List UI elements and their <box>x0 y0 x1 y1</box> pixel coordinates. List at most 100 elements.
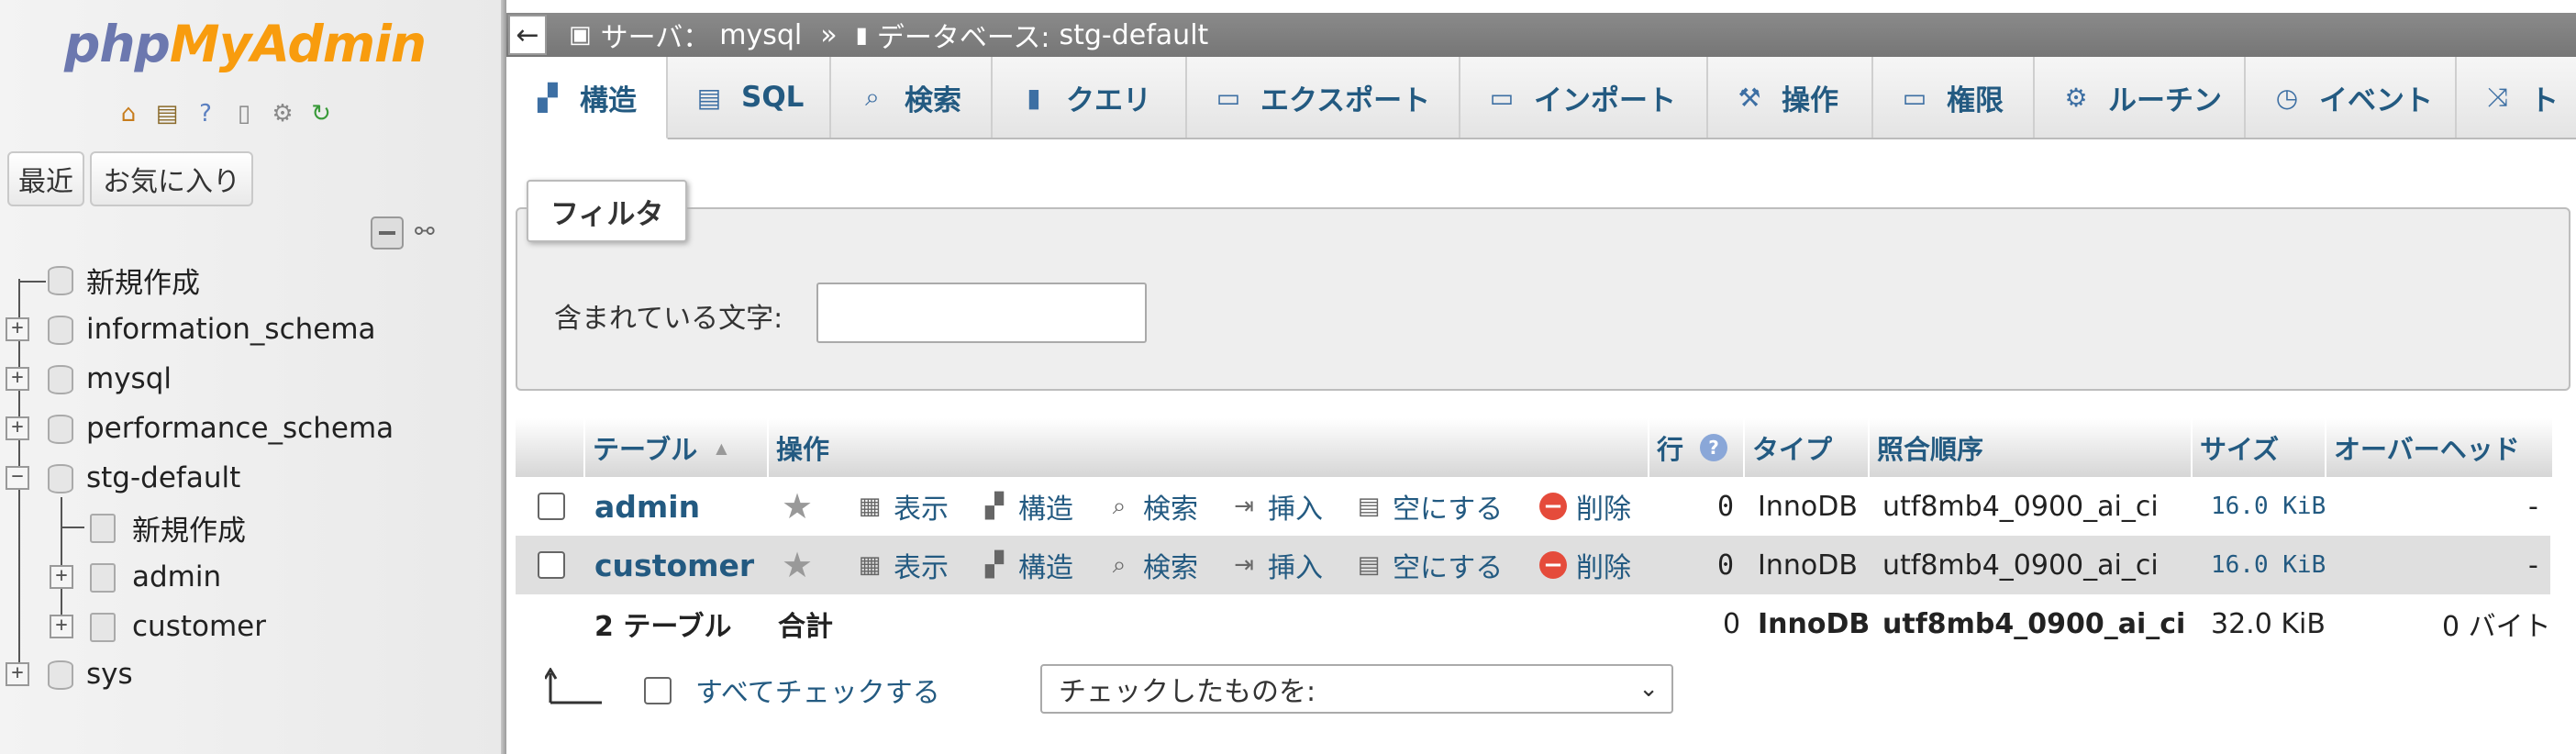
header-overhead[interactable]: オーバーヘッド <box>2326 418 2552 477</box>
header-rows[interactable]: 行 ? <box>1649 418 1745 477</box>
header-size[interactable]: サイズ <box>2193 418 2326 477</box>
settings-icon[interactable]: ⚙ <box>266 97 299 130</box>
row-count: 0 <box>1717 549 1735 582</box>
tab-structure[interactable]: ▞ 構造 <box>506 57 668 139</box>
favorite-tables-button[interactable]: お気に入り <box>90 151 253 206</box>
help-icon[interactable]: ? <box>189 97 222 130</box>
chevron-down-icon: ⌄ <box>1638 675 1659 703</box>
size-link[interactable]: 16.0 KiB <box>2211 536 2326 594</box>
total-overhead: 0 バイト <box>2442 611 2551 643</box>
expand-icon[interactable]: + <box>6 317 29 341</box>
tab-import[interactable]: ▭ インポート <box>1460 57 1708 138</box>
row-checkbox[interactable] <box>538 551 565 579</box>
size-link[interactable]: 16.0 KiB <box>2211 477 2326 536</box>
new-table-icon <box>90 514 116 543</box>
sort-asc-icon: ▲ <box>716 438 727 457</box>
structure-action[interactable]: ▞ 構造 <box>980 536 1073 594</box>
back-arrow-icon[interactable]: ← <box>508 15 547 55</box>
tree-item-information-schema[interactable]: information_schema <box>86 305 376 354</box>
tab-privileges[interactable]: ▭ 権限 <box>1873 57 2035 138</box>
breadcrumb-server[interactable]: mysql <box>719 19 802 51</box>
routines-icon: ⚙ <box>2064 82 2088 113</box>
total-size: 32.0 KiB <box>2211 607 2326 640</box>
search-icon: ⌕ <box>865 82 880 112</box>
table-name-link[interactable]: admin <box>594 477 700 536</box>
table-footer-row: 2 テーブル 合計 0 InnoDB utf8mb4_0900_ai_ci 32… <box>516 594 2551 653</box>
tab-routines[interactable]: ⚙ ルーチン <box>2035 57 2246 138</box>
table-icon <box>90 613 116 642</box>
tab-sql[interactable]: ▤ SQL <box>668 57 831 138</box>
tab-search[interactable]: ⌕ 検索 <box>831 57 993 138</box>
browse-icon: ▦ <box>858 551 882 579</box>
tree-item-new-database[interactable]: 新規作成 <box>86 255 200 305</box>
empty-icon: ▤ <box>1357 493 1381 520</box>
overhead: - <box>2528 490 2538 523</box>
insert-action[interactable]: ⇥ 挿入 <box>1229 477 1323 536</box>
check-all-label[interactable]: すべてチェックする <box>695 670 940 710</box>
tree-item-performance-schema[interactable]: performance_schema <box>86 404 394 453</box>
tab-operations[interactable]: ⚒ 操作 <box>1708 57 1873 138</box>
tree-item-table-admin[interactable]: admin <box>132 552 221 602</box>
empty-action[interactable]: ▤ 空にする <box>1354 536 1504 594</box>
export-icon: ▭ <box>1216 82 1241 113</box>
favorite-star-icon[interactable]: ★ <box>782 486 813 527</box>
tree-item-table-customer[interactable]: customer <box>132 602 266 651</box>
row-checkbox[interactable] <box>538 493 565 520</box>
phpmyadmin-logo[interactable]: phpMyAdmin <box>64 15 427 73</box>
favorite-star-icon[interactable]: ★ <box>782 545 813 585</box>
header-table[interactable]: テーブル ▲ <box>585 418 769 477</box>
insert-action[interactable]: ⇥ 挿入 <box>1229 536 1323 594</box>
table-name-link[interactable]: customer <box>594 536 754 594</box>
browse-action[interactable]: ▦ 表示 <box>855 477 949 536</box>
table-count: 2 テーブル <box>594 611 732 643</box>
tab-events[interactable]: ◷ イベント <box>2246 57 2457 138</box>
filter-input[interactable] <box>816 283 1147 343</box>
collapse-all-icon[interactable] <box>371 216 404 249</box>
drop-action[interactable]: − 削除 <box>1539 536 1631 594</box>
total-rows: 0 <box>1723 607 1741 640</box>
link-with-main-icon[interactable]: ⚯ <box>415 218 446 246</box>
drop-action[interactable]: − 削除 <box>1539 477 1631 536</box>
tab-query[interactable]: ▮ クエリ <box>993 57 1187 138</box>
expand-icon[interactable]: + <box>6 367 29 391</box>
browse-action[interactable]: ▦ 表示 <box>855 536 949 594</box>
empty-action[interactable]: ▤ 空にする <box>1354 477 1504 536</box>
insert-icon: ⇥ <box>1234 551 1254 579</box>
tree-item-new-table[interactable]: 新規作成 <box>132 503 246 552</box>
header-type[interactable]: タイプ <box>1745 418 1870 477</box>
check-all-checkbox[interactable] <box>644 677 672 704</box>
search-icon: ⌕ <box>1112 550 1127 579</box>
docs-icon[interactable]: ▯ <box>228 97 261 130</box>
recent-tables-button[interactable]: 最近 <box>7 151 84 206</box>
breadcrumb-database[interactable]: stg-default <box>1059 19 1208 51</box>
reload-icon[interactable]: ↻ <box>305 97 338 130</box>
search-action[interactable]: ⌕ 検索 <box>1105 477 1198 536</box>
breadcrumb: ← ▣ サーバ： mysql » ▮ データベース: stg-default <box>506 13 2576 57</box>
nav-icon-bar: ⌂ ▤ ? ▯ ⚙ ↻ <box>112 97 338 130</box>
home-icon[interactable]: ⌂ <box>112 97 145 130</box>
structure-action[interactable]: ▞ 構造 <box>980 477 1073 536</box>
database-icon <box>48 464 73 493</box>
tab-export[interactable]: ▭ エクスポート <box>1187 57 1460 138</box>
expand-icon[interactable]: + <box>6 416 29 440</box>
clock-icon: ◷ <box>2275 82 2299 113</box>
query-icon: ▮ <box>1027 82 1041 113</box>
table-icon <box>90 563 116 593</box>
header-collation[interactable]: 照合順序 <box>1870 418 2193 477</box>
expand-icon[interactable]: + <box>50 615 73 638</box>
collapse-icon[interactable]: − <box>6 466 29 490</box>
tab-triggers[interactable]: ⤨ ト <box>2457 57 2576 138</box>
expand-icon[interactable]: + <box>50 565 73 589</box>
tree-item-stg-default[interactable]: stg-default <box>86 453 240 503</box>
logout-icon[interactable]: ▤ <box>150 97 183 130</box>
with-selected-dropdown[interactable]: チェックしたものを: ⌄ <box>1040 664 1673 714</box>
expand-icon[interactable]: + <box>6 662 29 686</box>
wrench-icon: ⚒ <box>1738 82 1761 113</box>
tree-item-mysql[interactable]: mysql <box>86 354 172 404</box>
tree-item-sys[interactable]: sys <box>86 649 133 699</box>
help-icon[interactable]: ? <box>1700 434 1728 461</box>
footer-sum-label: 合計 <box>778 611 833 643</box>
header-checkbox-col <box>516 418 585 477</box>
breadcrumb-server-label: サーバ： <box>600 22 711 54</box>
search-action[interactable]: ⌕ 検索 <box>1105 536 1198 594</box>
